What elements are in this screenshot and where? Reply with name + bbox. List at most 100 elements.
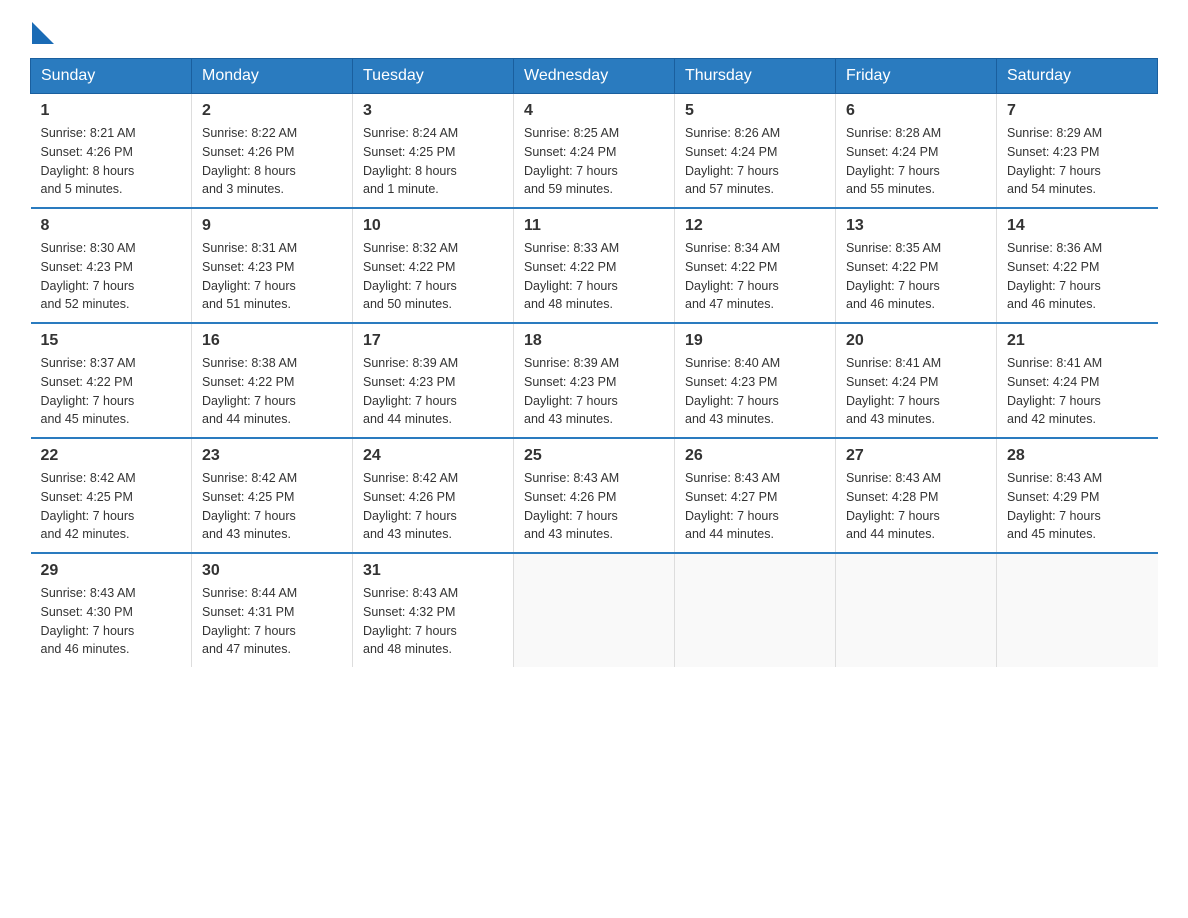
day-number: 31 [363, 562, 503, 580]
day-info: Sunrise: 8:26 AMSunset: 4:24 PMDaylight:… [685, 124, 825, 199]
day-info: Sunrise: 8:34 AMSunset: 4:22 PMDaylight:… [685, 239, 825, 314]
day-number: 24 [363, 447, 503, 465]
calendar-cell: 8 Sunrise: 8:30 AMSunset: 4:23 PMDayligh… [31, 208, 192, 323]
day-info: Sunrise: 8:21 AMSunset: 4:26 PMDaylight:… [41, 124, 182, 199]
calendar-cell: 11 Sunrise: 8:33 AMSunset: 4:22 PMDaylig… [514, 208, 675, 323]
calendar-cell: 22 Sunrise: 8:42 AMSunset: 4:25 PMDaylig… [31, 438, 192, 553]
day-info: Sunrise: 8:25 AMSunset: 4:24 PMDaylight:… [524, 124, 664, 199]
day-info: Sunrise: 8:33 AMSunset: 4:22 PMDaylight:… [524, 239, 664, 314]
calendar-cell: 31 Sunrise: 8:43 AMSunset: 4:32 PMDaylig… [353, 553, 514, 667]
day-number: 25 [524, 447, 664, 465]
calendar-cell: 1 Sunrise: 8:21 AMSunset: 4:26 PMDayligh… [31, 94, 192, 209]
calendar-cell: 7 Sunrise: 8:29 AMSunset: 4:23 PMDayligh… [997, 94, 1158, 209]
header-cell-monday: Monday [192, 59, 353, 94]
week-row-4: 22 Sunrise: 8:42 AMSunset: 4:25 PMDaylig… [31, 438, 1158, 553]
day-info: Sunrise: 8:31 AMSunset: 4:23 PMDaylight:… [202, 239, 342, 314]
calendar-cell [997, 553, 1158, 667]
week-row-3: 15 Sunrise: 8:37 AMSunset: 4:22 PMDaylig… [31, 323, 1158, 438]
calendar-cell: 14 Sunrise: 8:36 AMSunset: 4:22 PMDaylig… [997, 208, 1158, 323]
day-info: Sunrise: 8:28 AMSunset: 4:24 PMDaylight:… [846, 124, 986, 199]
day-number: 20 [846, 332, 986, 350]
week-row-5: 29 Sunrise: 8:43 AMSunset: 4:30 PMDaylig… [31, 553, 1158, 667]
header-cell-tuesday: Tuesday [353, 59, 514, 94]
calendar-cell [675, 553, 836, 667]
calendar-cell: 19 Sunrise: 8:40 AMSunset: 4:23 PMDaylig… [675, 323, 836, 438]
day-info: Sunrise: 8:43 AMSunset: 4:26 PMDaylight:… [524, 469, 664, 544]
week-row-1: 1 Sunrise: 8:21 AMSunset: 4:26 PMDayligh… [31, 94, 1158, 209]
day-number: 22 [41, 447, 182, 465]
week-row-2: 8 Sunrise: 8:30 AMSunset: 4:23 PMDayligh… [31, 208, 1158, 323]
calendar-table: SundayMondayTuesdayWednesdayThursdayFrid… [30, 58, 1158, 667]
day-number: 5 [685, 102, 825, 120]
day-number: 29 [41, 562, 182, 580]
calendar-cell: 23 Sunrise: 8:42 AMSunset: 4:25 PMDaylig… [192, 438, 353, 553]
day-info: Sunrise: 8:43 AMSunset: 4:30 PMDaylight:… [41, 584, 182, 659]
day-number: 3 [363, 102, 503, 120]
day-number: 15 [41, 332, 182, 350]
calendar-cell: 9 Sunrise: 8:31 AMSunset: 4:23 PMDayligh… [192, 208, 353, 323]
day-info: Sunrise: 8:43 AMSunset: 4:28 PMDaylight:… [846, 469, 986, 544]
day-info: Sunrise: 8:43 AMSunset: 4:27 PMDaylight:… [685, 469, 825, 544]
calendar-cell [514, 553, 675, 667]
page-header [30, 20, 1158, 38]
day-number: 18 [524, 332, 664, 350]
calendar-cell: 13 Sunrise: 8:35 AMSunset: 4:22 PMDaylig… [836, 208, 997, 323]
header-cell-sunday: Sunday [31, 59, 192, 94]
day-info: Sunrise: 8:24 AMSunset: 4:25 PMDaylight:… [363, 124, 503, 199]
header-cell-friday: Friday [836, 59, 997, 94]
day-info: Sunrise: 8:32 AMSunset: 4:22 PMDaylight:… [363, 239, 503, 314]
calendar-cell: 28 Sunrise: 8:43 AMSunset: 4:29 PMDaylig… [997, 438, 1158, 553]
day-info: Sunrise: 8:43 AMSunset: 4:29 PMDaylight:… [1007, 469, 1148, 544]
header-row: SundayMondayTuesdayWednesdayThursdayFrid… [31, 59, 1158, 94]
day-info: Sunrise: 8:43 AMSunset: 4:32 PMDaylight:… [363, 584, 503, 659]
logo [30, 20, 54, 38]
calendar-cell: 15 Sunrise: 8:37 AMSunset: 4:22 PMDaylig… [31, 323, 192, 438]
calendar-cell: 10 Sunrise: 8:32 AMSunset: 4:22 PMDaylig… [353, 208, 514, 323]
day-info: Sunrise: 8:37 AMSunset: 4:22 PMDaylight:… [41, 354, 182, 429]
logo-arrow-icon [32, 22, 54, 44]
calendar-cell: 18 Sunrise: 8:39 AMSunset: 4:23 PMDaylig… [514, 323, 675, 438]
day-number: 11 [524, 217, 664, 235]
day-number: 1 [41, 102, 182, 120]
calendar-cell: 21 Sunrise: 8:41 AMSunset: 4:24 PMDaylig… [997, 323, 1158, 438]
day-info: Sunrise: 8:22 AMSunset: 4:26 PMDaylight:… [202, 124, 342, 199]
calendar-cell: 3 Sunrise: 8:24 AMSunset: 4:25 PMDayligh… [353, 94, 514, 209]
header-cell-saturday: Saturday [997, 59, 1158, 94]
day-number: 6 [846, 102, 986, 120]
day-info: Sunrise: 8:42 AMSunset: 4:25 PMDaylight:… [202, 469, 342, 544]
calendar-cell: 4 Sunrise: 8:25 AMSunset: 4:24 PMDayligh… [514, 94, 675, 209]
calendar-cell: 12 Sunrise: 8:34 AMSunset: 4:22 PMDaylig… [675, 208, 836, 323]
day-info: Sunrise: 8:42 AMSunset: 4:25 PMDaylight:… [41, 469, 182, 544]
day-info: Sunrise: 8:29 AMSunset: 4:23 PMDaylight:… [1007, 124, 1148, 199]
day-number: 2 [202, 102, 342, 120]
calendar-body: 1 Sunrise: 8:21 AMSunset: 4:26 PMDayligh… [31, 94, 1158, 668]
day-info: Sunrise: 8:41 AMSunset: 4:24 PMDaylight:… [1007, 354, 1148, 429]
calendar-cell: 20 Sunrise: 8:41 AMSunset: 4:24 PMDaylig… [836, 323, 997, 438]
header-cell-wednesday: Wednesday [514, 59, 675, 94]
day-info: Sunrise: 8:38 AMSunset: 4:22 PMDaylight:… [202, 354, 342, 429]
day-info: Sunrise: 8:39 AMSunset: 4:23 PMDaylight:… [524, 354, 664, 429]
day-number: 26 [685, 447, 825, 465]
calendar-header: SundayMondayTuesdayWednesdayThursdayFrid… [31, 59, 1158, 94]
calendar-cell: 30 Sunrise: 8:44 AMSunset: 4:31 PMDaylig… [192, 553, 353, 667]
calendar-cell: 5 Sunrise: 8:26 AMSunset: 4:24 PMDayligh… [675, 94, 836, 209]
day-info: Sunrise: 8:35 AMSunset: 4:22 PMDaylight:… [846, 239, 986, 314]
day-number: 4 [524, 102, 664, 120]
day-number: 27 [846, 447, 986, 465]
day-number: 12 [685, 217, 825, 235]
calendar-cell: 27 Sunrise: 8:43 AMSunset: 4:28 PMDaylig… [836, 438, 997, 553]
day-info: Sunrise: 8:39 AMSunset: 4:23 PMDaylight:… [363, 354, 503, 429]
day-info: Sunrise: 8:40 AMSunset: 4:23 PMDaylight:… [685, 354, 825, 429]
calendar-cell: 26 Sunrise: 8:43 AMSunset: 4:27 PMDaylig… [675, 438, 836, 553]
day-number: 8 [41, 217, 182, 235]
day-number: 30 [202, 562, 342, 580]
calendar-cell: 2 Sunrise: 8:22 AMSunset: 4:26 PMDayligh… [192, 94, 353, 209]
calendar-cell [836, 553, 997, 667]
calendar-cell: 17 Sunrise: 8:39 AMSunset: 4:23 PMDaylig… [353, 323, 514, 438]
header-cell-thursday: Thursday [675, 59, 836, 94]
day-number: 21 [1007, 332, 1148, 350]
day-info: Sunrise: 8:30 AMSunset: 4:23 PMDaylight:… [41, 239, 182, 314]
calendar-cell: 24 Sunrise: 8:42 AMSunset: 4:26 PMDaylig… [353, 438, 514, 553]
day-number: 14 [1007, 217, 1148, 235]
day-number: 10 [363, 217, 503, 235]
